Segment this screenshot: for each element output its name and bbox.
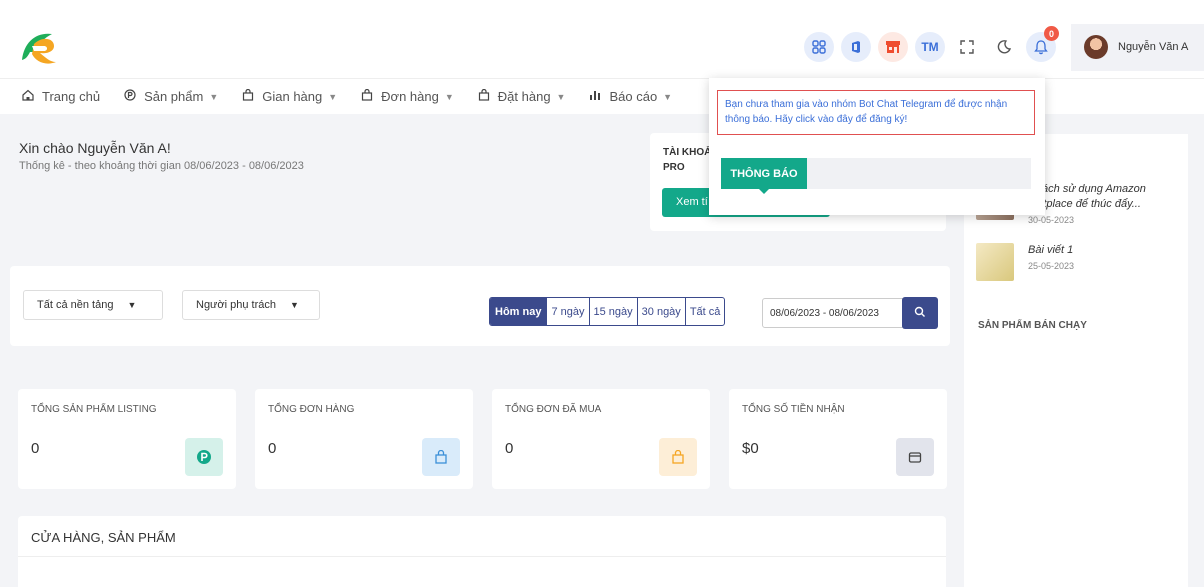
chevron-down-icon: ▼ — [556, 91, 566, 102]
chevron-down-icon: ▼ — [328, 91, 338, 102]
stat-title: TỔNG ĐƠN ĐÃ MUA — [505, 404, 602, 415]
stat-card-purchased: TỔNG ĐƠN ĐÃ MUA 0 — [492, 389, 710, 489]
range-7-days[interactable]: 7 ngày — [546, 298, 588, 325]
bag-icon — [422, 438, 460, 476]
search-icon — [914, 306, 926, 321]
nav-label: Gian hàng — [262, 89, 323, 104]
bell-icon[interactable]: 0 — [1026, 26, 1059, 62]
home-icon — [22, 89, 34, 104]
bag-icon — [361, 88, 373, 104]
store-products-section: CỬA HÀNG, SẢN PHẨM — [18, 516, 946, 587]
stat-title: TỔNG SẢN PHẨM LISTING — [31, 404, 157, 415]
best-sellers-title: SẢN PHẨM BÁN CHẠY — [978, 320, 1087, 331]
list-item[interactable]: Bài viết 1 25-05-2023 — [976, 243, 1074, 281]
header-actions: TM 0 Nguyễn Văn A — [804, 23, 1204, 71]
tab-notifications[interactable]: THÔNG BÁO — [721, 158, 807, 189]
nav-label: Sản phẩm — [144, 89, 204, 104]
date-range-input[interactable]: 08/06/2023 - 08/06/2023 — [762, 298, 903, 328]
notification-dropdown: Bạn chưa tham gia vào nhóm Bot Chat Tele… — [709, 78, 1045, 215]
platform-select-value: Tất cả nền tảng — [37, 299, 114, 311]
owner-select[interactable]: Người phụ trách ▼ — [182, 290, 320, 320]
post-title: c cách sử dụng Amazon rketplace để thúc … — [1028, 183, 1146, 210]
wallet-icon — [896, 438, 934, 476]
store-icon[interactable] — [878, 32, 908, 62]
owner-select-value: Người phụ trách — [196, 299, 277, 311]
account-level: PRO — [663, 162, 685, 173]
chevron-down-icon: ▼ — [444, 91, 454, 102]
bag-icon — [242, 88, 254, 104]
stat-value: $0 — [742, 440, 759, 457]
post-date: 30-05-2023 — [1028, 215, 1075, 225]
stat-value: 0 — [268, 440, 277, 457]
product-icon — [124, 89, 136, 104]
post-thumbnail — [976, 243, 1014, 281]
stat-card-orders: TỔNG ĐƠN HÀNG 0 — [255, 389, 473, 489]
platform-select[interactable]: Tất cả nền tảng ▼ — [23, 290, 163, 320]
avatar — [1084, 35, 1108, 59]
notification-count-badge: 0 — [1044, 26, 1059, 41]
fullscreen-icon[interactable] — [952, 32, 982, 62]
stat-value: 0 — [31, 440, 40, 457]
product-icon — [185, 438, 223, 476]
section-title: CỬA HÀNG, SẢN PHẨM — [31, 530, 176, 545]
bag-icon — [478, 88, 490, 104]
top-header: TM 0 Nguyễn Văn A — [0, 0, 1204, 78]
range-today[interactable]: Hôm nay — [490, 298, 547, 325]
date-range-tabs: Hôm nay 7 ngày 15 ngày 30 ngày Tất cả — [489, 297, 726, 326]
range-all[interactable]: Tất cả — [684, 298, 725, 325]
bar-chart-icon — [589, 89, 601, 104]
post-date: 25-05-2023 — [1028, 261, 1075, 271]
user-name: Nguyễn Văn A — [1118, 41, 1189, 53]
nav-item-stores[interactable]: Gian hàng ▼ — [242, 88, 338, 104]
nav-item-orders[interactable]: Đơn hàng ▼ — [361, 88, 454, 104]
nav-label: Báo cáo — [609, 89, 658, 104]
nav-label: Đơn hàng — [381, 89, 439, 104]
search-button[interactable] — [902, 297, 938, 329]
post-title: Bài viết 1 — [1028, 244, 1074, 256]
stat-title: TỔNG ĐƠN HÀNG — [268, 404, 355, 415]
range-30-days[interactable]: 30 ngày — [636, 298, 685, 325]
nav-label: Đặt hàng — [497, 89, 551, 104]
stat-value: 0 — [505, 440, 514, 457]
range-15-days[interactable]: 15 ngày — [588, 298, 637, 325]
welcome-section: Xin chào Nguyễn Văn A! Thống kê - theo k… — [10, 126, 650, 232]
date-range-subtitle: Thống kê - theo khoảng thời gian 08/06/2… — [19, 160, 304, 172]
stat-card-revenue: TỔNG SỐ TIỀN NHẬN $0 — [729, 389, 947, 489]
chevron-down-icon: ▼ — [209, 91, 219, 102]
chevron-down-icon: ▼ — [127, 300, 137, 310]
tab-active-arrow — [759, 189, 769, 194]
chevron-down-icon: ▼ — [290, 300, 299, 310]
filter-bar: Tất cả nền tảng ▼ Người phụ trách ▼ Hôm … — [10, 266, 950, 346]
stat-card-listing: TỔNG SẢN PHẨM LISTING 0 — [18, 389, 236, 489]
apps-grid-icon[interactable] — [804, 32, 834, 62]
nav-item-home[interactable]: Trang chủ — [22, 89, 100, 104]
nav-label: Trang chủ — [42, 89, 101, 104]
moon-icon[interactable] — [989, 32, 1019, 62]
user-menu[interactable]: Nguyễn Văn A — [1071, 23, 1204, 71]
stat-title: TỔNG SỐ TIỀN NHẬN — [742, 404, 845, 415]
telegram-signup-message[interactable]: Bạn chưa tham gia vào nhóm Bot Chat Tele… — [717, 90, 1035, 135]
notification-tabs: THÔNG BÁO — [721, 158, 1031, 194]
divider — [18, 556, 946, 557]
nav-item-reports[interactable]: Báo cáo ▼ — [589, 89, 672, 104]
brand-logo[interactable] — [14, 24, 60, 70]
nav-item-purchase[interactable]: Đặt hàng ▼ — [478, 88, 566, 104]
account-label: TÀI KHOẢ — [663, 147, 712, 158]
bag-icon — [659, 438, 697, 476]
nav-item-products[interactable]: Sản phẩm ▼ — [124, 89, 218, 104]
tm-icon[interactable]: TM — [915, 32, 945, 62]
page-title: Xin chào Nguyễn Văn A! — [19, 140, 171, 156]
office-icon[interactable] — [841, 32, 871, 62]
chevron-down-icon: ▼ — [663, 91, 673, 102]
